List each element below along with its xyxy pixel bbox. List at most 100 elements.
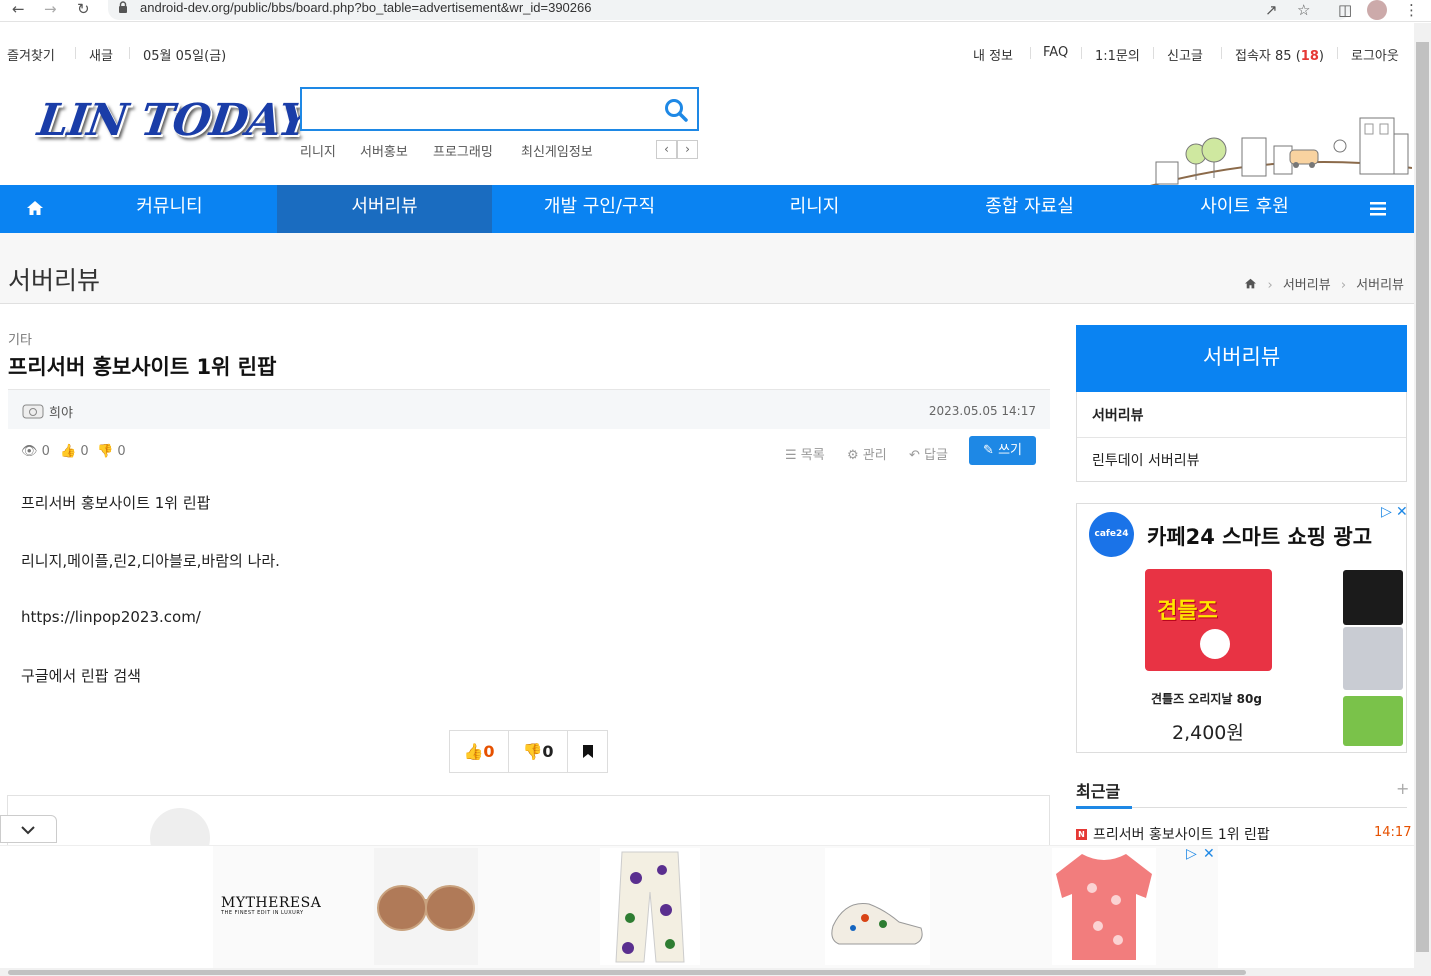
bookmark-icon bbox=[583, 745, 593, 758]
post-author[interactable]: 희야 bbox=[49, 402, 73, 421]
town-illustration bbox=[1150, 117, 1412, 186]
post-meta: 희야 2023.05.05 14:17 bbox=[8, 389, 1050, 429]
my-info-link[interactable]: 내 정보 bbox=[973, 45, 1013, 64]
search-icon[interactable] bbox=[663, 97, 689, 123]
post-body-line: 구글에서 린팝 검색 bbox=[21, 667, 141, 685]
chevron-down-icon bbox=[21, 826, 35, 835]
home-nav-button[interactable] bbox=[0, 185, 70, 233]
divider bbox=[1221, 47, 1222, 59]
ad-product-sneakers[interactable] bbox=[825, 848, 930, 965]
ad-product-sunglasses[interactable] bbox=[374, 848, 478, 965]
views-stat: 👁 0 bbox=[21, 444, 50, 459]
nav-menu-button[interactable] bbox=[1352, 185, 1404, 233]
manage-button[interactable]: ⚙ 관리 bbox=[847, 444, 887, 463]
chevron-right-icon: › bbox=[1340, 278, 1347, 293]
post-subject: 프리서버 홍보사이트 1위 린팝 bbox=[8, 355, 277, 379]
keyword-link[interactable]: 서버홍보 bbox=[360, 141, 408, 160]
browser-toolbar: ← → ↻ android-dev.org/public/bbs/board.p… bbox=[0, 0, 1431, 22]
address-bar[interactable]: android-dev.org/public/bbs/board.php?bo_… bbox=[108, 0, 1350, 20]
scrap-button[interactable] bbox=[568, 731, 608, 772]
product-package-label: 견들즈 bbox=[1157, 599, 1218, 624]
lock-icon bbox=[119, 1, 127, 13]
product-thumbnail[interactable] bbox=[1343, 696, 1403, 746]
favorites-link[interactable]: 즐겨찾기 bbox=[7, 45, 55, 64]
thumbs-up-icon: 👍 bbox=[60, 444, 77, 459]
ad-product-sweater[interactable] bbox=[1052, 848, 1156, 965]
report-link[interactable]: 신고글 bbox=[1167, 45, 1203, 64]
keyword-link[interactable]: 리니지 bbox=[300, 141, 336, 160]
more-plus-icon[interactable]: + bbox=[1396, 779, 1409, 798]
post-body-line: 프리서버 홍보사이트 1위 린팝 bbox=[21, 494, 211, 512]
reload-icon[interactable]: ↻ bbox=[77, 0, 90, 18]
keyword-link[interactable]: 최신게임정보 bbox=[521, 141, 593, 160]
new-posts-link[interactable]: 새글 bbox=[89, 45, 113, 64]
logout-link[interactable]: 로그아웃 bbox=[1351, 45, 1399, 64]
page-title: 서버리뷰 bbox=[8, 266, 101, 295]
write-label: 쓰기 bbox=[998, 443, 1022, 458]
sidebar-menu: 서버리뷰 린투데이 서버리뷰 bbox=[1076, 392, 1407, 482]
post-body-line: 리니지,메이플,린2,디아블로,바람의 나라. bbox=[21, 552, 280, 570]
visitors-count: 18 bbox=[1300, 49, 1319, 64]
sidepanel-icon[interactable]: ◫ bbox=[1338, 1, 1352, 19]
thumbs-down-icon: 👎 bbox=[522, 742, 543, 761]
bookmark-star-icon[interactable]: ☆ bbox=[1297, 1, 1310, 19]
dislike-count: 0 bbox=[542, 742, 554, 761]
write-button[interactable]: ✎ 쓰기 bbox=[969, 436, 1036, 465]
nav-server-review[interactable]: 서버리뷰 bbox=[277, 185, 492, 233]
dislike-button[interactable]: 👎0 bbox=[509, 731, 567, 772]
sidebar-ad[interactable]: cafe24 카페24 스마트 쇼핑 광고 ▷ ✕ 견들즈 견틀즈 오리지날 8… bbox=[1076, 503, 1407, 753]
sidebar-item-lintoday-review[interactable]: 린투데이 서버리뷰 bbox=[1092, 450, 1200, 470]
page-header: 서버리뷰 › 서버리뷰 › 서버리뷰 bbox=[0, 233, 1414, 304]
ad-brand[interactable]: MYTHERESA bbox=[221, 895, 321, 911]
ad-product-pants[interactable] bbox=[600, 848, 700, 965]
ad-title[interactable]: 카페24 스마트 쇼핑 광고 bbox=[1147, 521, 1372, 551]
nav-dev-jobs[interactable]: 개발 구인/구직 bbox=[492, 185, 707, 233]
visitors-link[interactable]: 접속자 85 (18) bbox=[1235, 45, 1324, 64]
home-icon[interactable] bbox=[1244, 278, 1257, 289]
nav-community[interactable]: 커뮤니티 bbox=[62, 185, 277, 233]
menu-kebab-icon[interactable]: ⋮ bbox=[1404, 1, 1419, 19]
site-logo[interactable]: LIN TODAY bbox=[34, 95, 312, 146]
inquiry-link[interactable]: 1:1문의 bbox=[1095, 45, 1140, 64]
adchoices-icon[interactable]: ▷ bbox=[1381, 504, 1392, 520]
keyword-prev-button[interactable]: ‹ bbox=[656, 140, 677, 159]
keyword-next-button[interactable]: › bbox=[677, 140, 698, 159]
nav-resources[interactable]: 종합 자료실 bbox=[922, 185, 1137, 233]
recent-post-link[interactable]: 프리서버 홍보사이트 1위 린팝 bbox=[1093, 824, 1270, 844]
adchoices-icon[interactable]: ▷ bbox=[1186, 846, 1197, 862]
close-icon[interactable]: ✕ bbox=[1203, 846, 1215, 862]
vote-box: 👍0 👎0 bbox=[449, 730, 608, 773]
horizontal-scroll-thumb[interactable] bbox=[8, 970, 1246, 975]
nav-lineage[interactable]: 리니지 bbox=[707, 185, 922, 233]
dislikes-stat: 👎 0 bbox=[97, 444, 126, 459]
sidebar-item-server-review[interactable]: 서버리뷰 bbox=[1092, 405, 1144, 425]
sweater-image bbox=[1056, 854, 1152, 960]
faq-link[interactable]: FAQ bbox=[1043, 45, 1068, 60]
visitors-label: 접속자 85 bbox=[1235, 49, 1292, 64]
post-date: 2023.05.05 14:17 bbox=[928, 404, 1036, 418]
nav-support[interactable]: 사이트 후원 bbox=[1137, 185, 1352, 233]
sneakers-image bbox=[831, 902, 923, 945]
profile-avatar[interactable] bbox=[1367, 0, 1387, 20]
product-thumbnail[interactable] bbox=[1343, 627, 1403, 690]
close-icon[interactable]: ✕ bbox=[1396, 504, 1406, 520]
list-button[interactable]: ☰ 목록 bbox=[785, 444, 825, 463]
keyword-link[interactable]: 프로그래밍 bbox=[433, 141, 493, 160]
list-label: 목록 bbox=[800, 448, 825, 463]
bottom-ad-banner[interactable] bbox=[0, 845, 1414, 969]
divider bbox=[1077, 437, 1406, 438]
search-input[interactable] bbox=[302, 89, 642, 129]
share-icon[interactable]: ↗ bbox=[1265, 1, 1278, 19]
breadcrumb-item[interactable]: 서버리뷰 bbox=[1356, 278, 1404, 293]
product-name[interactable]: 견틀즈 오리지날 80g bbox=[1151, 690, 1262, 707]
forward-icon[interactable]: → bbox=[44, 0, 57, 18]
like-button[interactable]: 👍0 bbox=[450, 731, 508, 772]
product-thumbnail[interactable] bbox=[1343, 570, 1403, 625]
breadcrumb-item[interactable]: 서버리뷰 bbox=[1283, 278, 1331, 293]
collapse-button[interactable] bbox=[0, 815, 57, 843]
post-body-link[interactable]: https://linpop2023.com/ bbox=[21, 608, 201, 626]
reply-button[interactable]: ↶ 답글 bbox=[909, 444, 948, 463]
product-image[interactable]: 견들즈 bbox=[1145, 569, 1272, 671]
vertical-scroll-thumb[interactable] bbox=[1416, 42, 1429, 952]
back-icon[interactable]: ← bbox=[12, 0, 25, 18]
